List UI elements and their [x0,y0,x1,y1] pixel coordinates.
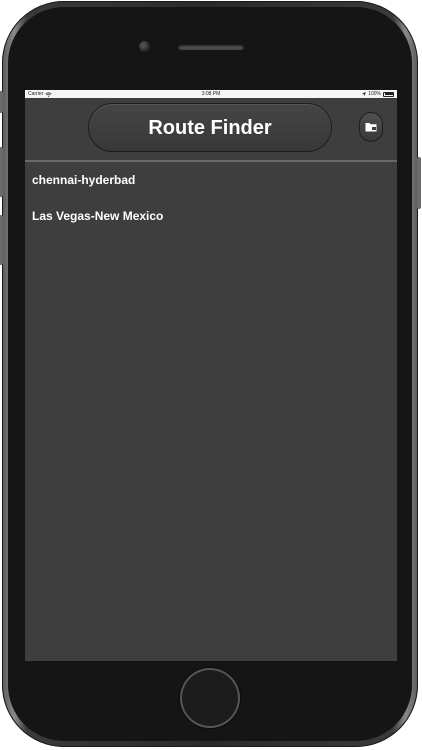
volume-up-button [0,147,3,197]
volume-down-button [0,215,3,265]
status-bar: Carrier 3:08 PM 100% [25,90,397,98]
home-button[interactable] [180,668,240,728]
earpiece-speaker [178,44,244,50]
status-right: 100% [362,90,394,98]
list-item-route-2[interactable]: Las Vegas-New Mexico [25,198,397,234]
folder-button[interactable] [359,112,383,142]
app-screen: Carrier 3:08 PM 100% Route Finder chenna… [25,90,397,661]
power-button [417,157,421,209]
location-arrow-icon [362,92,367,96]
list-item-route-1[interactable]: chennai-hyderbad [25,162,397,198]
status-time: 3:08 PM [201,91,221,97]
header-bar: Route Finder [25,98,397,162]
routes-list: chennai-hyderbad Las Vegas-New Mexico [25,162,397,234]
battery-percent: 100% [368,91,381,97]
battery-icon [383,91,394,97]
mute-switch [0,91,3,113]
page-title: Route Finder [88,103,332,152]
folder-icon [365,123,377,132]
front-camera-icon [139,41,150,52]
